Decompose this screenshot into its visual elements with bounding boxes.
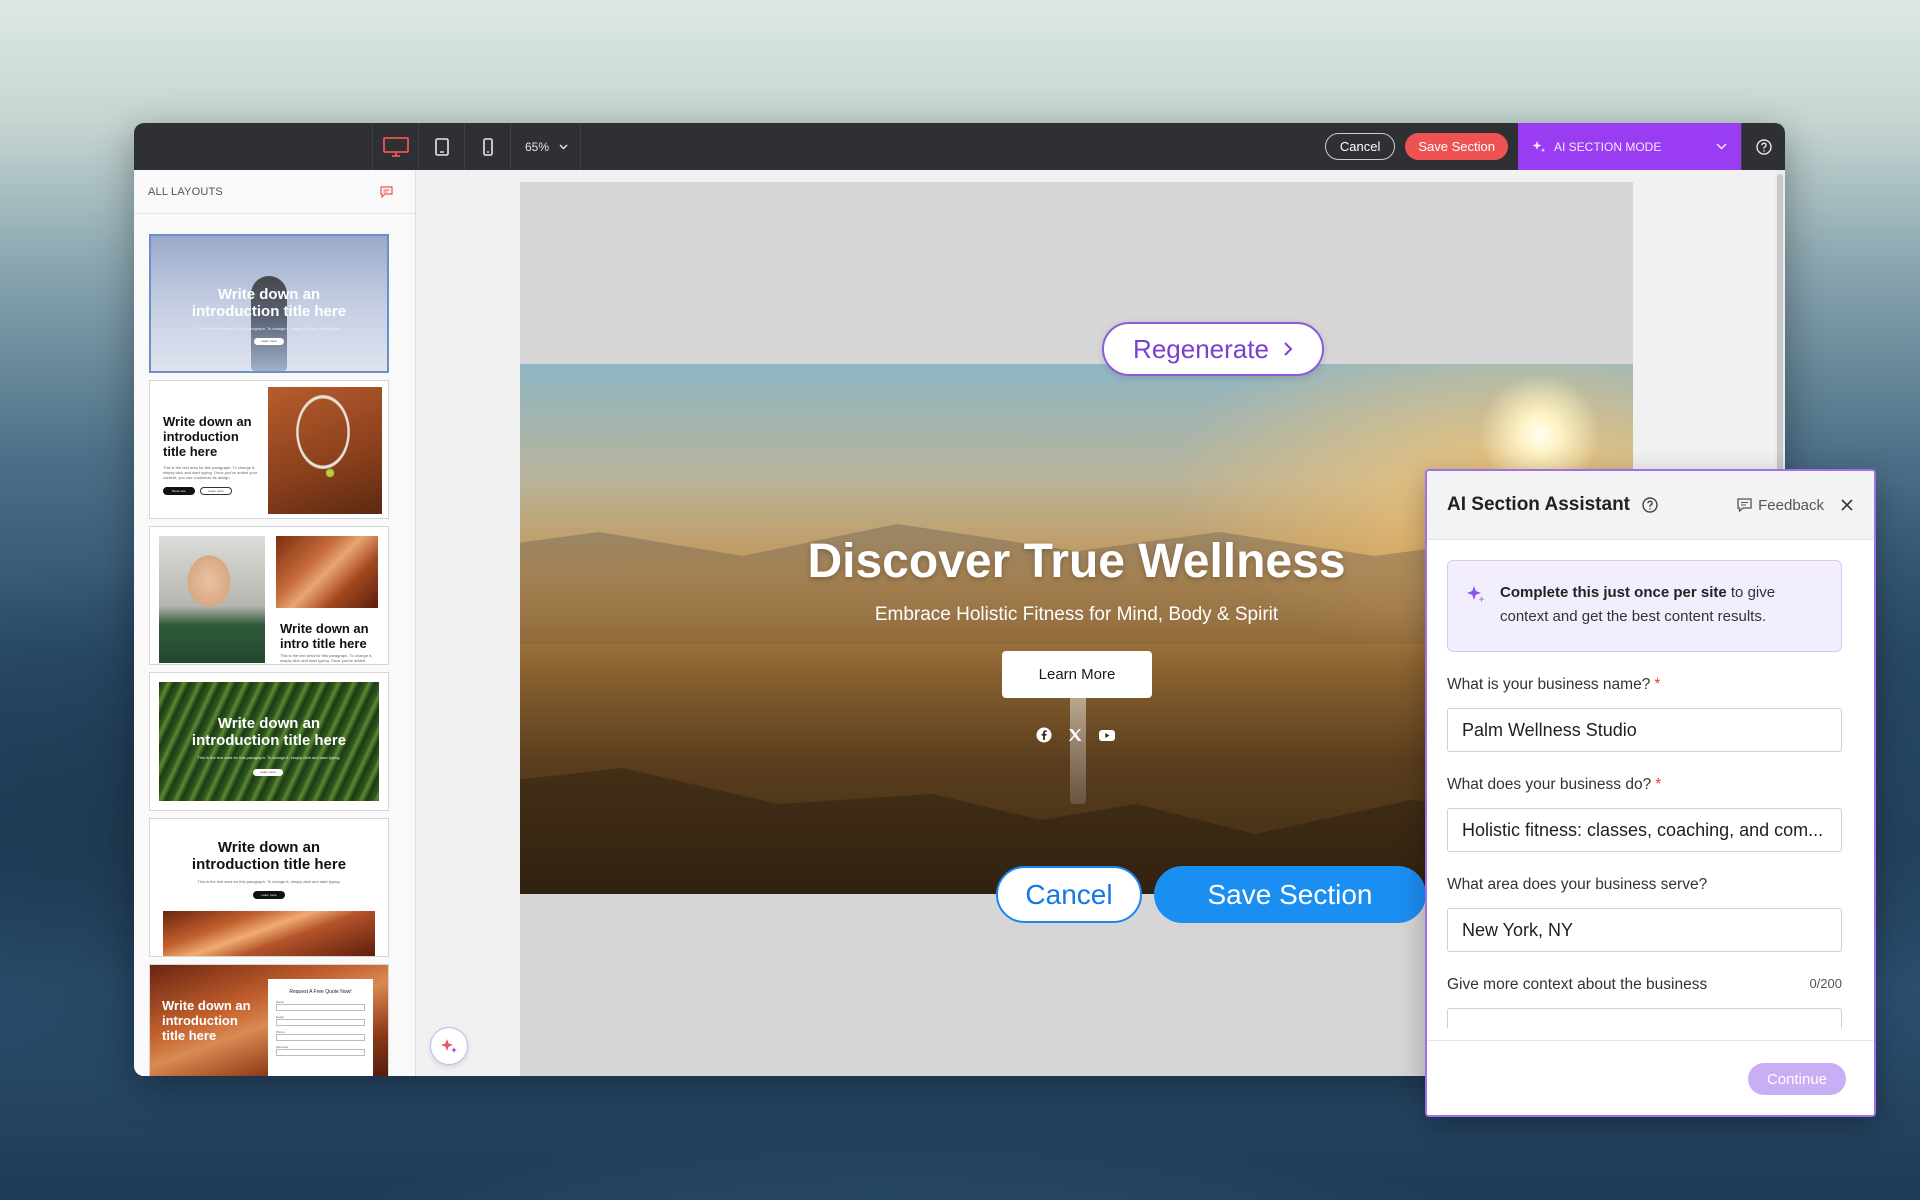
- layout-thumbnail-6[interactable]: Write down an introduction title here Re…: [149, 964, 389, 1076]
- close-icon: [1841, 499, 1853, 511]
- ai-section-assistant-panel: AI Section Assistant Feedback Complete t…: [1425, 469, 1876, 1117]
- youtube-icon[interactable]: [1098, 727, 1116, 743]
- zoom-value: 65%: [525, 139, 550, 154]
- device-switcher: 65%: [372, 123, 582, 170]
- section-placeholder-top: [520, 182, 1633, 364]
- ai-section-mode-label: AI SECTION MODE: [1554, 139, 1662, 154]
- form-field: [276, 1004, 365, 1011]
- x-icon[interactable]: [1067, 727, 1083, 743]
- layout-button: Learn more: [253, 891, 285, 899]
- character-counter: 0/200: [1809, 976, 1842, 991]
- layout-button: Learn more: [254, 338, 284, 345]
- continue-button[interactable]: Continue: [1748, 1063, 1846, 1095]
- tablet-icon: [434, 137, 449, 156]
- mobile-icon: [482, 137, 493, 156]
- ai-section-mode-dropdown[interactable]: AI SECTION MODE: [1518, 123, 1741, 170]
- quote-form: Request A Free Quote Now! Name Email Pho…: [268, 979, 373, 1076]
- help-icon: [1755, 138, 1772, 155]
- more-context-textarea[interactable]: [1447, 1008, 1842, 1028]
- tablet-view-button[interactable]: [418, 123, 464, 170]
- required-marker: *: [1655, 776, 1662, 793]
- desktop-icon: [382, 136, 409, 157]
- ai-assistant-launcher[interactable]: [430, 1027, 468, 1065]
- chevron-down-icon: [559, 144, 568, 149]
- smiling-woman-image: [159, 536, 265, 663]
- layout-title: Write down an intro title here: [280, 621, 369, 651]
- layout-title: Write down an introduction title here: [162, 998, 251, 1043]
- editor-toolbar: 65% Cancel Save Section AI SECTION MODE: [134, 123, 1785, 170]
- layout-primary-button: Book now: [163, 487, 195, 495]
- layout-body: This is the text area for this paragraph…: [280, 653, 373, 663]
- social-links: [1036, 727, 1116, 743]
- facebook-icon[interactable]: [1036, 727, 1052, 743]
- mobile-view-button[interactable]: [464, 123, 510, 170]
- layout-title: Write down an introduction title here: [163, 414, 252, 459]
- layouts-panel: ALL LAYOUTS Write down an introduction t…: [134, 170, 416, 1076]
- close-button[interactable]: [1840, 498, 1854, 512]
- regenerate-button[interactable]: Regenerate: [1102, 322, 1324, 376]
- desktop-view-button[interactable]: [372, 123, 418, 170]
- layout-secondary-button: Learn more: [200, 487, 232, 495]
- business-description-input[interactable]: Holistic fitness: classes, coaching, and…: [1447, 808, 1842, 852]
- layout-body: This is the text area for this paragraph…: [163, 465, 258, 480]
- layout-title: Write down an introduction title here: [191, 839, 347, 874]
- layout-button: Learn more: [253, 769, 283, 776]
- layout-body: This is the text area for this paragraph…: [197, 326, 341, 331]
- layout-thumbnail-2[interactable]: Write down an introduction title here Th…: [149, 380, 389, 519]
- business-name-input[interactable]: Palm Wellness Studio: [1447, 708, 1842, 752]
- layout-title: Write down an introduction title here: [191, 286, 347, 321]
- form-field: [276, 1019, 365, 1026]
- assistant-form: Complete this just once per site to give…: [1447, 560, 1842, 1028]
- toolbar-cancel-button[interactable]: Cancel: [1324, 133, 1396, 160]
- regenerate-label: Regenerate: [1133, 333, 1269, 364]
- service-area-label: What area does your business serve?: [1447, 876, 1708, 893]
- quote-form-title: Request A Free Quote Now!: [289, 989, 352, 995]
- feedback-button[interactable]: Feedback: [1737, 497, 1824, 514]
- form-field: [276, 1049, 365, 1056]
- sparkle-icon: [441, 1039, 457, 1053]
- sparkle-icon: [1532, 140, 1546, 152]
- chevron-right-icon: [1284, 342, 1293, 356]
- toolbar-actions: Cancel Save Section AI SECTION MODE: [1324, 123, 1785, 170]
- canyon-image: [276, 536, 378, 608]
- layouts-panel-header: ALL LAYOUTS: [134, 170, 415, 214]
- layout-thumbnail-5[interactable]: Write down an introduction title here Th…: [149, 818, 389, 957]
- context-notice: Complete this just once per site to give…: [1447, 560, 1842, 652]
- notice-text: Complete this just once per site to give…: [1500, 581, 1823, 631]
- layout-thumbnail-1[interactable]: Write down an introduction title here Th…: [149, 234, 389, 373]
- tennis-racket-image: [268, 387, 382, 514]
- layout-title: Write down an introduction title here: [191, 715, 347, 750]
- toolbar-save-section-button[interactable]: Save Section: [1405, 133, 1508, 160]
- feedback-icon: [1737, 498, 1752, 512]
- assistant-header: AI Section Assistant Feedback: [1427, 471, 1874, 540]
- required-marker: *: [1654, 676, 1661, 693]
- canyon-image: [163, 911, 375, 956]
- zoom-dropdown[interactable]: 65%: [510, 123, 582, 170]
- service-area-input[interactable]: New York, NY: [1447, 908, 1842, 952]
- section-cancel-button[interactable]: Cancel: [996, 866, 1142, 923]
- notice-bold-text: Complete this just once per site: [1500, 584, 1727, 601]
- form-field: [276, 1034, 365, 1041]
- section-save-button[interactable]: Save Section: [1154, 866, 1426, 923]
- assistant-footer: Continue: [1427, 1040, 1874, 1115]
- layout-thumbnail-3[interactable]: Write down an intro title here This is t…: [149, 526, 389, 665]
- chevron-down-icon: [1716, 143, 1727, 150]
- feedback-label: Feedback: [1758, 496, 1824, 514]
- business-description-label: What does your business do? *: [1447, 776, 1662, 793]
- layout-thumbnail-4[interactable]: Write down an introduction title here Th…: [149, 672, 389, 811]
- help-icon[interactable]: [1642, 497, 1658, 513]
- layout-body: This is the text area for this paragraph…: [197, 755, 341, 760]
- layout-body: This is the text area for this paragraph…: [197, 879, 341, 884]
- help-button[interactable]: [1741, 123, 1785, 170]
- assistant-title: AI Section Assistant: [1447, 494, 1631, 515]
- business-name-label: What is your business name? *: [1447, 676, 1661, 693]
- layouts-panel-title: ALL LAYOUTS: [148, 185, 223, 198]
- sparkle-icon: [1467, 586, 1485, 603]
- learn-more-button[interactable]: Learn More: [1002, 651, 1152, 698]
- more-context-label: Give more context about the business 0/2…: [1447, 976, 1842, 993]
- chat-icon[interactable]: [380, 185, 393, 198]
